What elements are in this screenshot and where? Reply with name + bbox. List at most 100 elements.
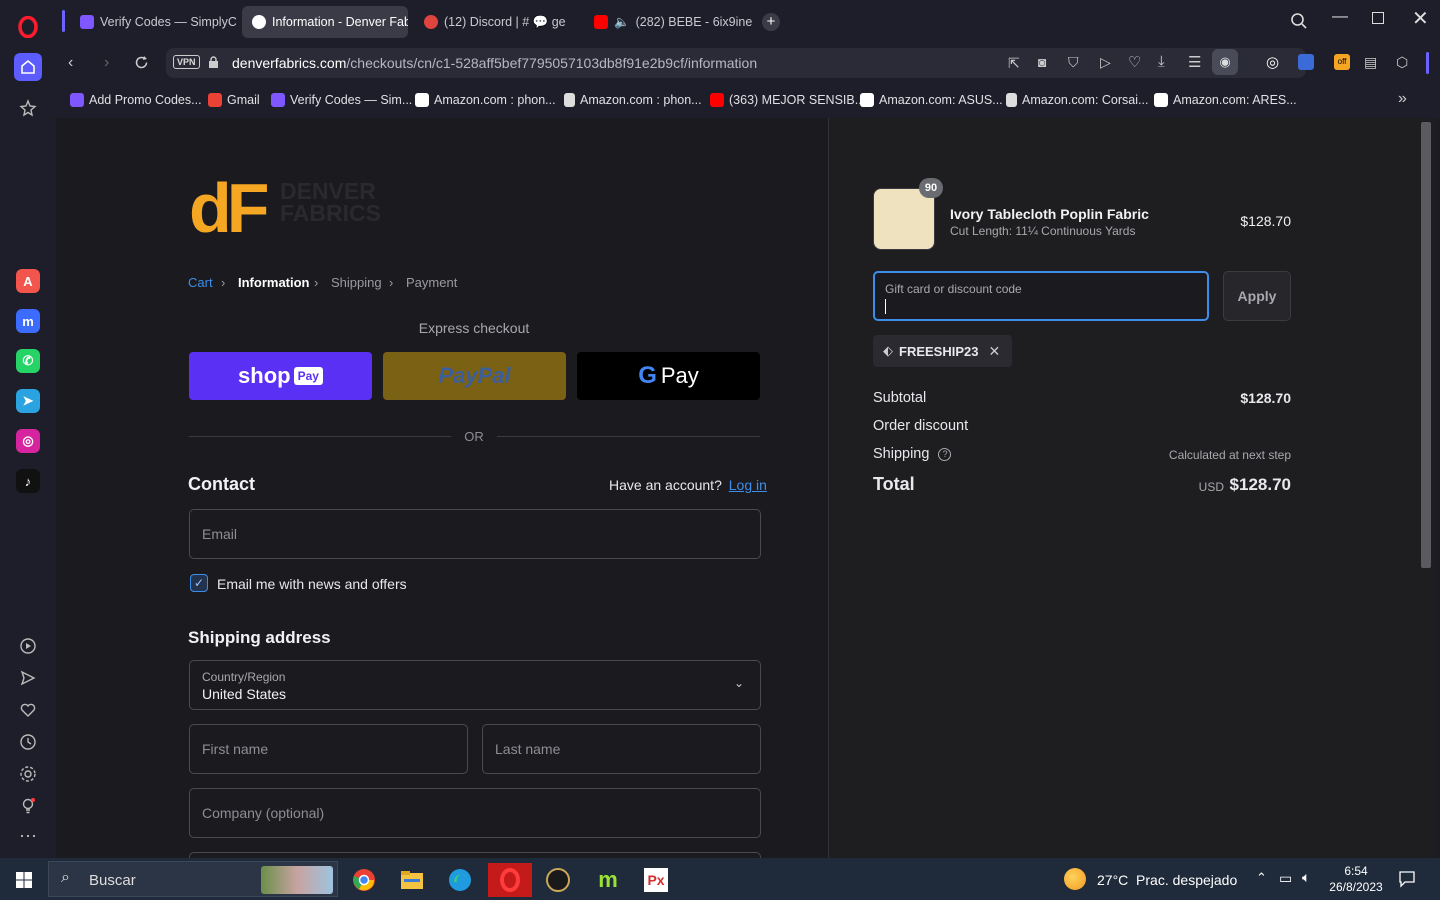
total-currency: USD [1198,480,1224,494]
vpn-badge[interactable]: VPN [173,55,200,69]
sidebar-toggle-marker[interactable] [1426,52,1429,74]
url-text[interactable]: denverfabrics.com/checkouts/cn/c1-528aff… [232,55,757,71]
restore-button[interactable] [1372,12,1384,24]
bookmark-amazon-corsair[interactable]: Amazon.com: Corsai... [1006,93,1148,107]
flow-send-icon[interactable]: ▷ [1100,54,1111,71]
help-circle-icon[interactable]: ? [938,448,952,461]
profile-avatar-icon[interactable]: ◉ [1212,49,1238,75]
edge-icon[interactable] [440,863,480,897]
remove-discount-icon[interactable]: ✕ [988,343,1000,360]
tab-label: Information - Denver Fabr [272,15,408,29]
heart-icon[interactable] [14,696,42,724]
pixlr-icon[interactable]: Px [636,863,676,897]
lock-icon[interactable] [208,56,219,74]
more-icon[interactable]: ⋯ [14,822,42,850]
shop-pay-button[interactable]: shop Pay [189,352,372,400]
tiktok-icon[interactable]: ♪ [16,469,40,493]
have-account-text: Have an account? [609,477,722,493]
news-checkbox-label[interactable]: Email me with news and offers [217,576,407,592]
aria-app-icon[interactable]: A [16,269,40,293]
paypal-button[interactable]: PayPal [383,352,566,400]
bookmark-label: Amazon.com : phon... [434,93,556,107]
chevron-up-icon[interactable]: ⌃ [1256,870,1267,886]
weather-text[interactable]: 27°C Prac. despejado [1097,872,1237,888]
tab-label: (12) Discord | # 💬 ge [444,14,566,29]
easy-setup-icon[interactable]: ☰ [1188,53,1201,71]
translate-extension-icon[interactable] [1298,54,1314,70]
bookmark-gmail[interactable]: Gmail [208,93,260,107]
page-scrollbar[interactable] [1421,122,1431,568]
close-window-button[interactable]: ✕ [1412,6,1429,31]
share-icon[interactable]: ⇱ [1008,55,1020,72]
discount-code-field[interactable]: Gift card or discount code [873,271,1209,321]
coupon-extension-icon[interactable]: off [1334,54,1350,70]
bookmark-label: Amazon.com: ARES... [1173,93,1297,107]
email-field[interactable]: Email [189,509,761,559]
audio-playing-icon[interactable]: 🔈 [614,15,630,30]
tips-icon[interactable] [14,792,42,820]
new-tab-button[interactable]: + [762,13,780,31]
forward-button[interactable]: › [104,54,109,72]
bookmark-amazon-ares[interactable]: Amazon.com: ARES... [1154,93,1297,107]
bookmark-amazon-2[interactable]: Amazon.com : phon... [564,93,702,107]
tab-discord[interactable]: (12) Discord | # 💬 ge [414,6,580,38]
taskbar-search-box[interactable]: ⌕ Buscar [48,861,338,897]
player-icon[interactable] [14,632,42,660]
news-checkbox[interactable]: ✓ [190,574,208,592]
whatsapp-icon[interactable]: ✆ [16,349,40,373]
weather-icon[interactable] [1064,868,1086,890]
pinboard-icon[interactable] [14,94,42,122]
google-pay-button[interactable]: G Pay [577,352,760,400]
opera-menu-icon[interactable] [14,13,42,41]
settings-icon[interactable] [14,760,42,788]
tab-verify-codes[interactable]: Verify Codes — SimplyCo [70,6,236,38]
home-icon[interactable] [14,53,42,81]
bookmarks-overflow-icon[interactable]: » [1398,90,1407,108]
bookmark-youtube[interactable]: (363) MEJOR SENSIB... [710,93,865,107]
printer-extension-icon[interactable]: ▤ [1364,54,1377,71]
downloads-icon[interactable]: ⤓ [1158,53,1165,70]
reload-icon[interactable] [134,55,149,75]
telegram-icon[interactable]: ➤ [16,389,40,413]
bookmark-amazon-asus[interactable]: Amazon.com: ASUS... [860,93,1003,107]
last-name-field[interactable]: Last name [482,724,761,774]
notifications-icon[interactable] [1398,870,1416,893]
opera-taskbar-icon[interactable] [488,863,532,897]
history-icon[interactable] [14,728,42,756]
bookmarks-bar: Add Promo Codes... Gmail Verify Codes — … [56,84,1440,118]
adblock-shield-icon[interactable]: ⛉ [1068,54,1079,71]
paypal-wordmark: PayPal [438,363,511,388]
breadcrumb-cart[interactable]: Cart [188,275,213,290]
chrome-taskbar-icon[interactable] [344,863,384,897]
snapshot-icon[interactable]: ◙ [1038,54,1046,70]
back-button[interactable]: ‹ [68,54,73,72]
file-explorer-icon[interactable] [392,863,432,897]
network-icon[interactable]: ▭ [1279,870,1292,887]
clock[interactable]: 6:54 26/8/2023 [1328,863,1384,895]
bookmark-heart-icon[interactable]: ♡ [1128,53,1141,71]
messenger-icon[interactable]: m [16,309,40,333]
extension-sync-icon[interactable]: ◎ [1266,53,1279,71]
company-field[interactable]: Company (optional) [189,788,761,838]
product-title: Ivory Tablecloth Poplin Fabric [950,206,1149,222]
tab-youtube-bebe[interactable]: 🔈 (282) BEBE - 6ix9ine F [584,6,752,38]
volume-icon[interactable]: 🔈︎ [1302,869,1310,886]
meet-app-icon[interactable]: m [588,863,628,897]
bookmark-add-promo-codes[interactable]: Add Promo Codes... [70,93,202,107]
instagram-icon[interactable]: ◎ [16,429,40,453]
express-checkout-label: Express checkout [418,320,530,336]
game-app-icon[interactable] [538,863,578,897]
minimize-button[interactable]: — [1332,8,1348,26]
log-in-link[interactable]: Log in [729,477,767,493]
tab-information-denver-fabrics[interactable]: Information - Denver Fabr [242,6,408,38]
bookmark-verify-codes[interactable]: Verify Codes — Sim... [271,93,412,107]
extensions-cube-icon[interactable]: ⬡ [1396,54,1408,71]
first-name-field[interactable]: First name [189,724,468,774]
apply-button[interactable]: Apply [1223,271,1291,321]
bookmark-amazon-1[interactable]: Amazon.com : phon... [415,93,556,107]
send-icon[interactable] [14,664,42,692]
country-select[interactable]: Country/Region United States ⌄ [189,660,761,710]
tab-search-icon[interactable] [1290,12,1308,35]
denver-fabrics-logo[interactable]: dF [189,168,270,248]
windows-start-icon[interactable] [4,863,44,897]
